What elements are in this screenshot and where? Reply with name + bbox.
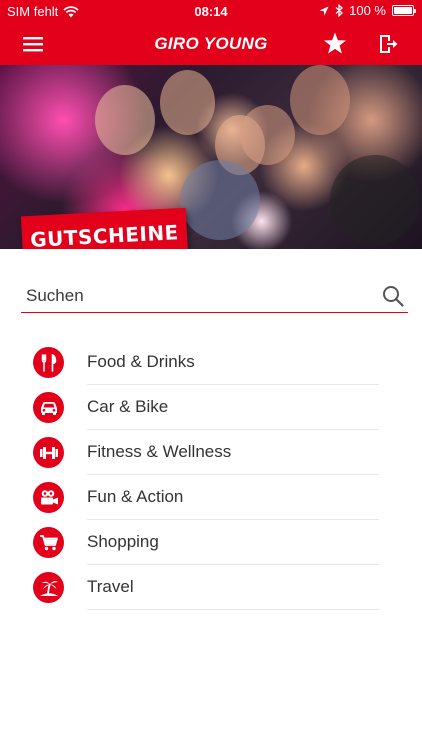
car-icon <box>33 392 64 423</box>
palm-island-icon <box>33 572 64 603</box>
hero-photo-detail <box>290 65 350 135</box>
logout-button[interactable] <box>366 22 410 65</box>
search-bar <box>21 279 408 313</box>
hero-banner: GUTSCHEINE <box>0 65 422 249</box>
search-icon <box>383 285 404 307</box>
dumbbell-icon <box>33 437 64 468</box>
cutlery-icon <box>33 347 64 378</box>
hero-photo-detail <box>240 105 295 165</box>
cart-icon <box>33 527 64 558</box>
category-label: Fitness & Wellness <box>87 442 232 461</box>
logout-icon <box>380 34 398 53</box>
star-icon <box>324 32 346 54</box>
category-item-car-bike[interactable]: Car & Bike <box>0 385 422 430</box>
category-item-fitness-wellness[interactable]: Fitness & Wellness <box>0 430 422 475</box>
location-arrow-icon <box>319 6 329 15</box>
category-item-fun-action[interactable]: Fun & Action <box>0 475 422 520</box>
hero-photo-detail <box>180 160 260 240</box>
category-label: Car & Bike <box>87 397 169 416</box>
hero-photo-detail <box>160 70 215 135</box>
status-bar: SIM fehlt 08:14 100 % <box>0 0 422 22</box>
category-item-shopping[interactable]: Shopping <box>0 520 422 565</box>
category-label: Fun & Action <box>87 487 184 506</box>
search-input[interactable] <box>21 280 378 311</box>
category-label: Travel <box>87 577 134 596</box>
battery-icon <box>392 5 416 16</box>
category-label: Food & Drinks <box>87 352 195 371</box>
divider <box>87 609 379 610</box>
category-list: Food & Drinks Car & Bike Fitness & Welln… <box>0 340 422 610</box>
page-title: GIRO YOUNG <box>154 34 268 53</box>
vouchers-badge: GUTSCHEINE <box>20 207 189 249</box>
hero-photo-detail <box>95 85 155 155</box>
category-item-travel[interactable]: Travel <box>0 565 422 610</box>
category-item-food-drinks[interactable]: Food & Drinks <box>0 340 422 385</box>
battery-percent: 100 % <box>349 3 386 18</box>
camera-icon <box>33 482 64 513</box>
category-label: Shopping <box>87 532 159 551</box>
favorites-button[interactable] <box>313 22 357 65</box>
top-bar: SIM fehlt 08:14 100 % GIRO YOUNG <box>0 0 422 65</box>
bluetooth-icon <box>335 4 344 17</box>
search-button[interactable] <box>378 281 408 311</box>
nav-bar: GIRO YOUNG <box>0 22 422 65</box>
hero-photo-detail <box>330 155 420 245</box>
